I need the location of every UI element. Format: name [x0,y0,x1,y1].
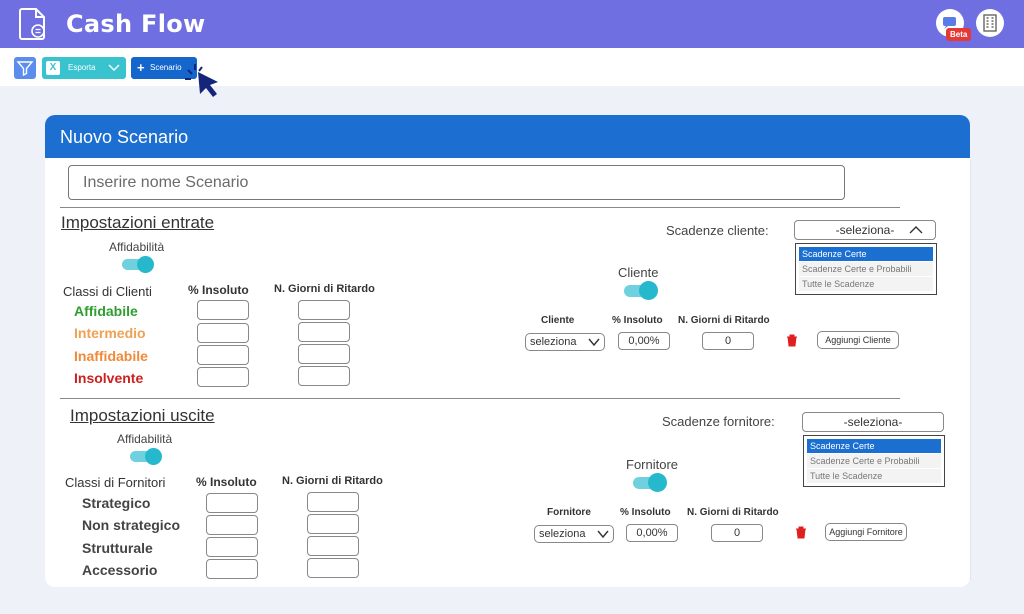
ritardo-input[interactable] [307,492,359,512]
ritardo-input[interactable] [298,322,350,342]
scadenze-cliente-label: Scadenze cliente: [666,223,769,238]
row-col-ritardo: N. Giorni di Ritardo [678,315,770,326]
beta-badge: Beta [946,28,972,41]
entrate-heading: Impostazioni entrate [61,213,215,232]
scenario-label: Scenario [150,63,182,72]
modal-header: Nuovo Scenario [45,115,970,158]
excel-icon: X [46,61,60,75]
class-label: Strutturale [82,540,153,556]
fornitore-ritardo-input[interactable]: 0 [711,524,763,542]
ritardo-input[interactable] [298,300,350,320]
col-classi-clienti: Classi di Clienti [63,284,152,299]
export-label: Esporta [68,63,96,72]
class-label: Non strategico [82,517,181,533]
chevron-down-icon [597,530,609,539]
col-ritardo: N. Giorni di Ritardo [274,283,375,295]
app-header: Cash Flow Beta [0,0,1024,48]
add-cliente-button[interactable]: Aggiungi Cliente [817,331,899,349]
option-item[interactable]: Tutte le Scadenze [807,469,941,483]
option-item[interactable]: Scadenze Certe e Probabili [807,454,941,468]
class-label: Accessorio [82,562,158,578]
cliente-select[interactable]: seleziona [525,333,605,351]
export-button[interactable]: X Esporta [42,57,126,79]
ritardo-input[interactable] [307,558,359,578]
filter-button[interactable] [14,57,36,79]
scadenze-fornitore-label: Scadenze fornitore: [662,414,775,429]
uscite-affidabilita-toggle[interactable] [130,448,162,465]
insoluto-input[interactable] [197,323,249,343]
fornitore-insoluto-input[interactable]: 0,00% [626,524,678,542]
select-value: seleziona [530,336,577,348]
scenario-name-input[interactable] [68,165,845,200]
select-value: seleziona [539,528,586,540]
insoluto-input[interactable] [197,367,249,387]
divider [60,398,900,399]
app-title: Cash Flow [66,10,206,38]
trash-icon[interactable] [795,526,807,539]
select-value: -seleziona- [843,415,903,429]
option-item[interactable]: Scadenze Certe e Probabili [799,262,933,276]
insoluto-input[interactable] [197,345,249,365]
class-label: Intermedio [74,325,146,341]
entrate-affidabilita-label: Affidabilità [109,240,165,254]
col-classi-fornitori: Classi di Fornitori [65,475,166,490]
plus-icon: + [137,60,145,75]
toolbar: X Esporta + Scenario [0,48,1024,86]
ritardo-input[interactable] [298,344,350,364]
insoluto-input[interactable] [206,493,258,513]
cliente-insoluto-input[interactable]: 0,00% [618,332,670,350]
ritardo-input[interactable] [307,514,359,534]
document-icon [19,8,45,40]
fornitore-toggle[interactable] [633,473,667,492]
col-ritardo: N. Giorni di Ritardo [282,475,383,487]
cursor-icon [185,64,218,97]
option-item[interactable]: Tutte le Scadenze [799,277,933,291]
building-icon [983,14,997,32]
chevron-down-icon [108,64,120,71]
class-label: Strategico [82,495,151,511]
chevron-down-icon [588,338,600,347]
add-fornitore-button[interactable]: Aggiungi Fornitore [825,523,907,541]
col-insoluto: % Insoluto [188,283,249,297]
filter-icon [16,61,34,77]
row-col-insoluto: % Insoluto [612,315,663,326]
modal-title: Nuovo Scenario [60,127,189,147]
ritardo-input[interactable] [307,536,359,556]
option-item[interactable]: Scadenze Certe [799,247,933,261]
row-col-cliente: Cliente [541,315,575,326]
class-label: Inaffidabile [74,348,148,364]
company-button[interactable] [976,9,1004,37]
cliente-toggle[interactable] [624,281,658,300]
row-col-ritardo: N. Giorni di Ritardo [687,507,779,518]
option-item[interactable]: Scadenze Certe [807,439,941,453]
insoluto-input[interactable] [206,537,258,557]
scadenze-cliente-options: Scadenze Certe Scadenze Certe e Probabil… [795,243,937,295]
class-label: Affidabile [74,303,138,319]
select-value: -seleziona- [835,223,895,237]
class-label: Insolvente [74,370,144,386]
divider [60,207,900,208]
fornitore-toggle-label: Fornitore [626,457,679,472]
row-col-fornitore: Fornitore [547,507,591,518]
insoluto-input[interactable] [197,300,249,320]
cliente-ritardo-input[interactable]: 0 [702,332,754,350]
row-col-insoluto: % Insoluto [620,507,671,518]
scadenze-fornitore-select[interactable]: -seleziona- [802,412,944,432]
uscite-affidabilita-label: Affidabilità [117,432,173,446]
col-insoluto: % Insoluto [196,475,257,489]
scadenze-fornitore-options: Scadenze Certe Scadenze Certe e Probabil… [803,435,945,487]
trash-icon[interactable] [786,334,798,347]
cliente-toggle-label: Cliente [618,265,659,280]
entrate-affidabilita-toggle[interactable] [122,256,154,273]
fornitore-select[interactable]: seleziona [534,525,614,543]
uscite-heading: Impostazioni uscite [70,406,215,425]
ritardo-input[interactable] [298,366,350,386]
insoluto-input[interactable] [206,559,258,579]
scadenze-cliente-select[interactable]: -seleziona- [794,220,936,240]
insoluto-input[interactable] [206,515,258,535]
chevron-up-icon [909,226,923,234]
